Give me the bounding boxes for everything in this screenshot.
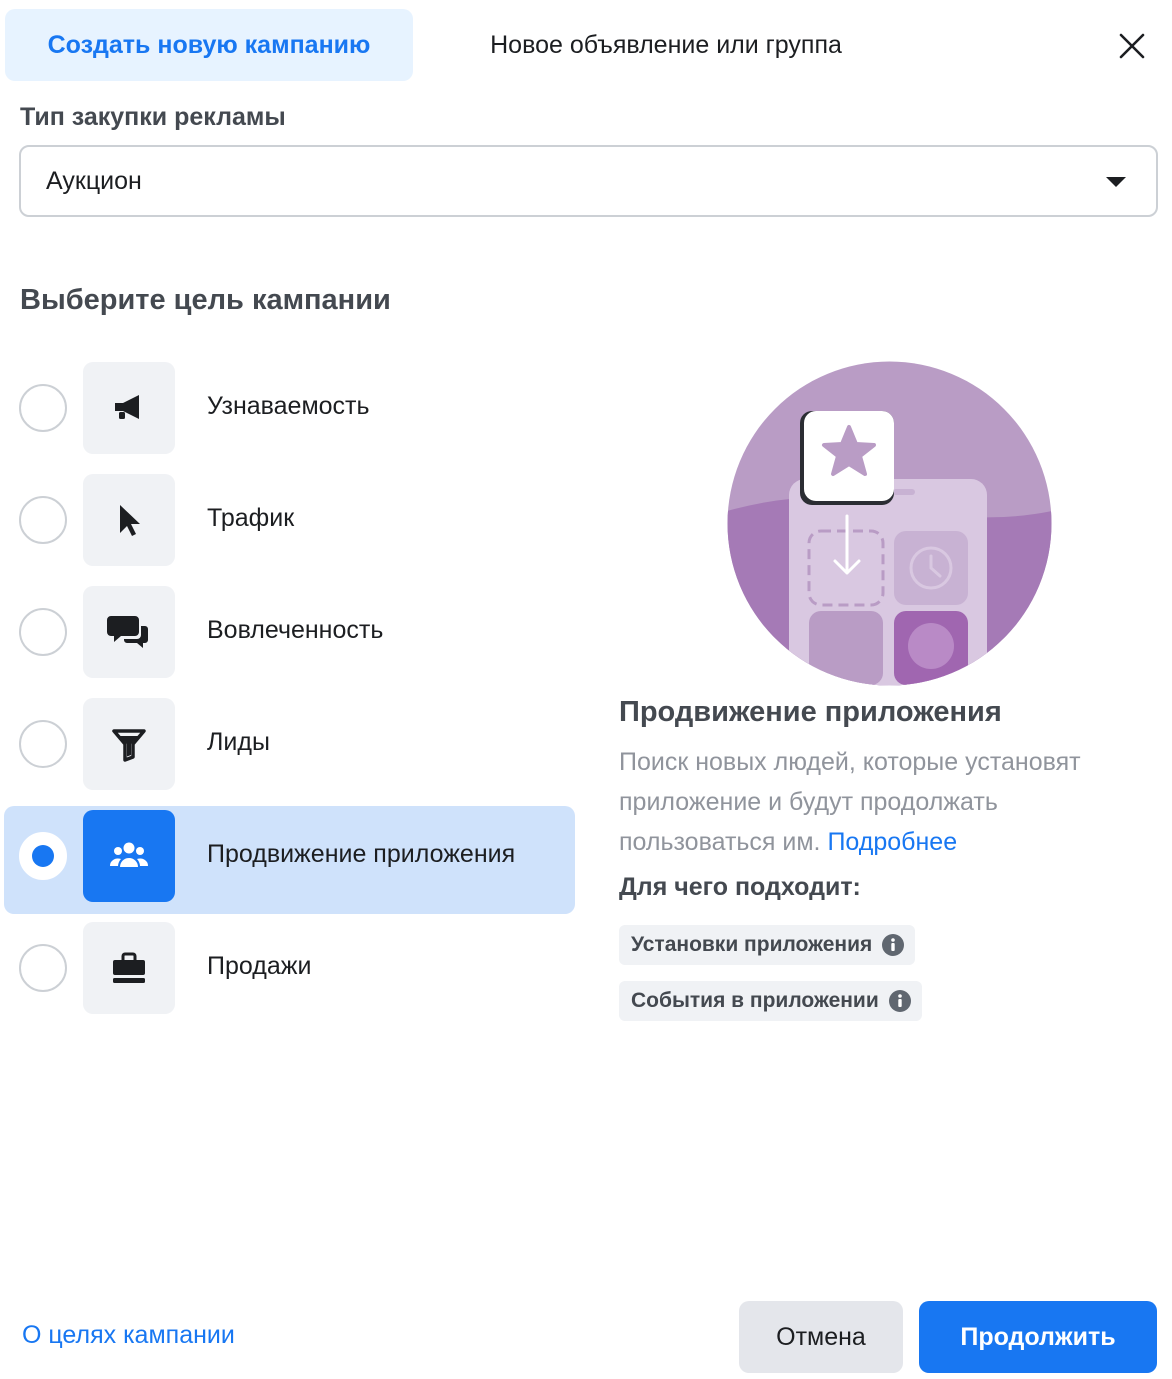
buy-type-value: Аукцион (46, 166, 142, 195)
buy-type-select[interactable]: Аукцион (19, 145, 1158, 217)
objective-icon-box (83, 922, 175, 1014)
suits-for-heading: Для чего подходит: (619, 873, 861, 901)
continue-button[interactable]: Продолжить (919, 1301, 1157, 1373)
objective-list: Узнаваемость Трафик Вовлеченность Лиды П… (4, 358, 575, 1030)
objective-sales[interactable]: Продажи (4, 918, 575, 1026)
chat-bubbles-icon (107, 616, 148, 648)
objective-detail-title: Продвижение приложения (619, 696, 1002, 728)
shopping-bag-icon (113, 952, 145, 983)
cursor-icon (120, 505, 140, 536)
objective-label: Узнаваемость (207, 392, 370, 420)
megaphone-icon (115, 395, 139, 419)
funnel-icon (112, 729, 146, 762)
chip-label: События в приложении (631, 989, 879, 1012)
objective-icon-box (83, 586, 175, 678)
objective-awareness[interactable]: Узнаваемость (4, 358, 575, 466)
objective-icon-box (83, 474, 175, 566)
caret-down-icon (1106, 177, 1126, 187)
cancel-button[interactable]: Отмена (739, 1301, 903, 1373)
objective-icon-box (83, 698, 175, 790)
people-group-icon (109, 842, 149, 867)
close-icon (1119, 33, 1145, 59)
info-icon[interactable] (881, 933, 905, 957)
buy-type-label: Тип закупки рекламы (20, 103, 286, 131)
objective-label: Трафик (207, 504, 295, 532)
objective-label: Продвижение приложения (207, 840, 516, 868)
objective-label: Лиды (207, 728, 270, 756)
objective-icon-box (83, 810, 175, 902)
about-objectives-link[interactable]: О целях кампании (22, 1321, 235, 1350)
objective-label: Продажи (207, 952, 312, 980)
objective-traffic[interactable]: Трафик (4, 470, 575, 578)
app-promotion-illustration (727, 361, 1052, 686)
objective-app-promotion[interactable]: Продвижение приложения (4, 806, 575, 914)
close-button[interactable] (1110, 24, 1154, 68)
chip-app-installs: Установки приложения (619, 925, 916, 965)
tab-create-campaign[interactable]: Создать новую кампанию (5, 9, 413, 81)
radio-engagement[interactable] (19, 608, 67, 656)
radio-traffic[interactable] (19, 496, 67, 544)
radio-sales[interactable] (19, 944, 67, 992)
radio-app-promotion[interactable] (19, 832, 67, 880)
tab-new-ad-or-group[interactable]: Новое объявление или группа (442, 9, 890, 81)
objective-leads[interactable]: Лиды (4, 694, 575, 802)
objective-icon-box (83, 362, 175, 454)
objective-label: Вовлеченность (207, 616, 384, 644)
chip-app-events: События в приложении (619, 981, 922, 1021)
learn-more-link[interactable]: Подробнее (827, 828, 957, 856)
info-icon[interactable] (888, 989, 912, 1013)
chip-label: Установки приложения (631, 933, 873, 956)
radio-leads[interactable] (19, 720, 67, 768)
objective-detail-description: Поиск новых людей, которые установят при… (619, 742, 1149, 862)
objective-engagement[interactable]: Вовлеченность (4, 582, 575, 690)
objective-heading: Выберите цель кампании (20, 284, 391, 316)
radio-awareness[interactable] (19, 384, 67, 432)
